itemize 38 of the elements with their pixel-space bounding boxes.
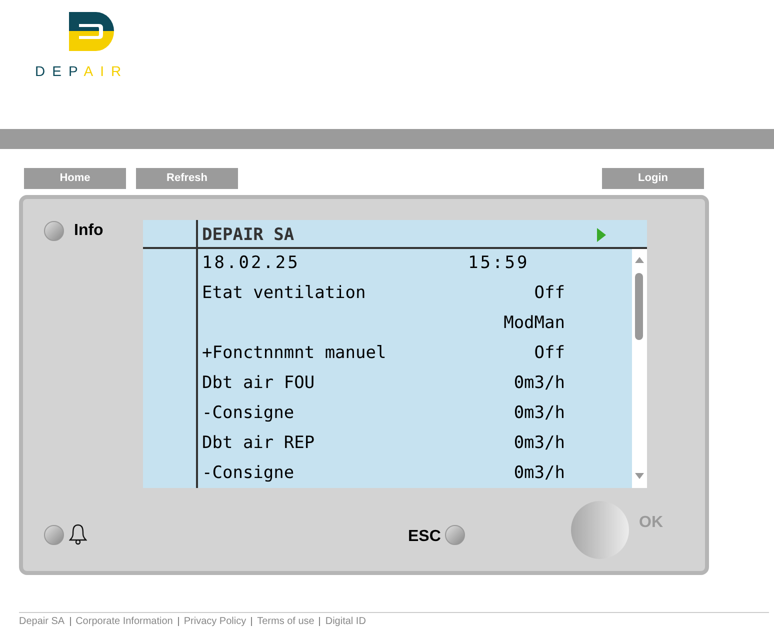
parameter-value: Off: [534, 342, 565, 364]
info-label: Info: [74, 221, 104, 241]
parameter-label: -Consigne: [202, 462, 294, 484]
ok-label: OK: [639, 513, 663, 533]
parameter-value: Off: [534, 282, 565, 304]
parameter-value: 0m3/h: [514, 432, 565, 454]
scrollbar[interactable]: [632, 249, 647, 488]
footer-link[interactable]: Privacy Policy: [184, 614, 246, 629]
play-arrow-icon[interactable]: [597, 228, 606, 242]
parameter-label: Dbt air FOU: [202, 372, 315, 394]
nav-button[interactable]: Home: [24, 168, 126, 189]
scroll-thumb[interactable]: [635, 273, 643, 340]
footer-link[interactable]: Digital ID: [325, 614, 366, 629]
alarm-led[interactable]: [44, 525, 64, 545]
parameter-value: 0m3/h: [514, 402, 565, 424]
info-led[interactable]: [44, 221, 64, 241]
nav-button[interactable]: Refresh: [136, 168, 238, 189]
esc-button[interactable]: [445, 525, 465, 545]
parameter-value: 0m3/h: [514, 462, 565, 484]
scroll-up-icon[interactable]: [635, 257, 644, 263]
parameter-label: -Consigne: [202, 402, 294, 424]
logo-wordmark: DEP AIR: [35, 64, 128, 78]
parameter-label: +Fonctnnmnt manuel: [202, 342, 386, 364]
nav-button[interactable]: Login: [602, 168, 704, 189]
bell-icon: [69, 524, 87, 545]
date-text: 18.02.25: [202, 252, 300, 274]
footer-link[interactable]: Depair SA: [19, 614, 65, 629]
footer-link[interactable]: Corporate Information: [76, 614, 173, 629]
scroll-down-icon[interactable]: [635, 473, 644, 479]
parameter-value: 0m3/h: [514, 372, 565, 394]
parameter-value: ModMan: [504, 312, 565, 334]
time-text: 15:59: [468, 252, 530, 274]
footer-link[interactable]: Terms of use: [257, 614, 314, 629]
screen-title: DEPAIR SA: [202, 225, 294, 245]
logo-icon: [69, 12, 114, 51]
parameter-label: Etat ventilation: [202, 282, 366, 304]
esc-label: ESC: [408, 527, 441, 547]
parameter-label: Dbt air REP: [202, 432, 315, 454]
